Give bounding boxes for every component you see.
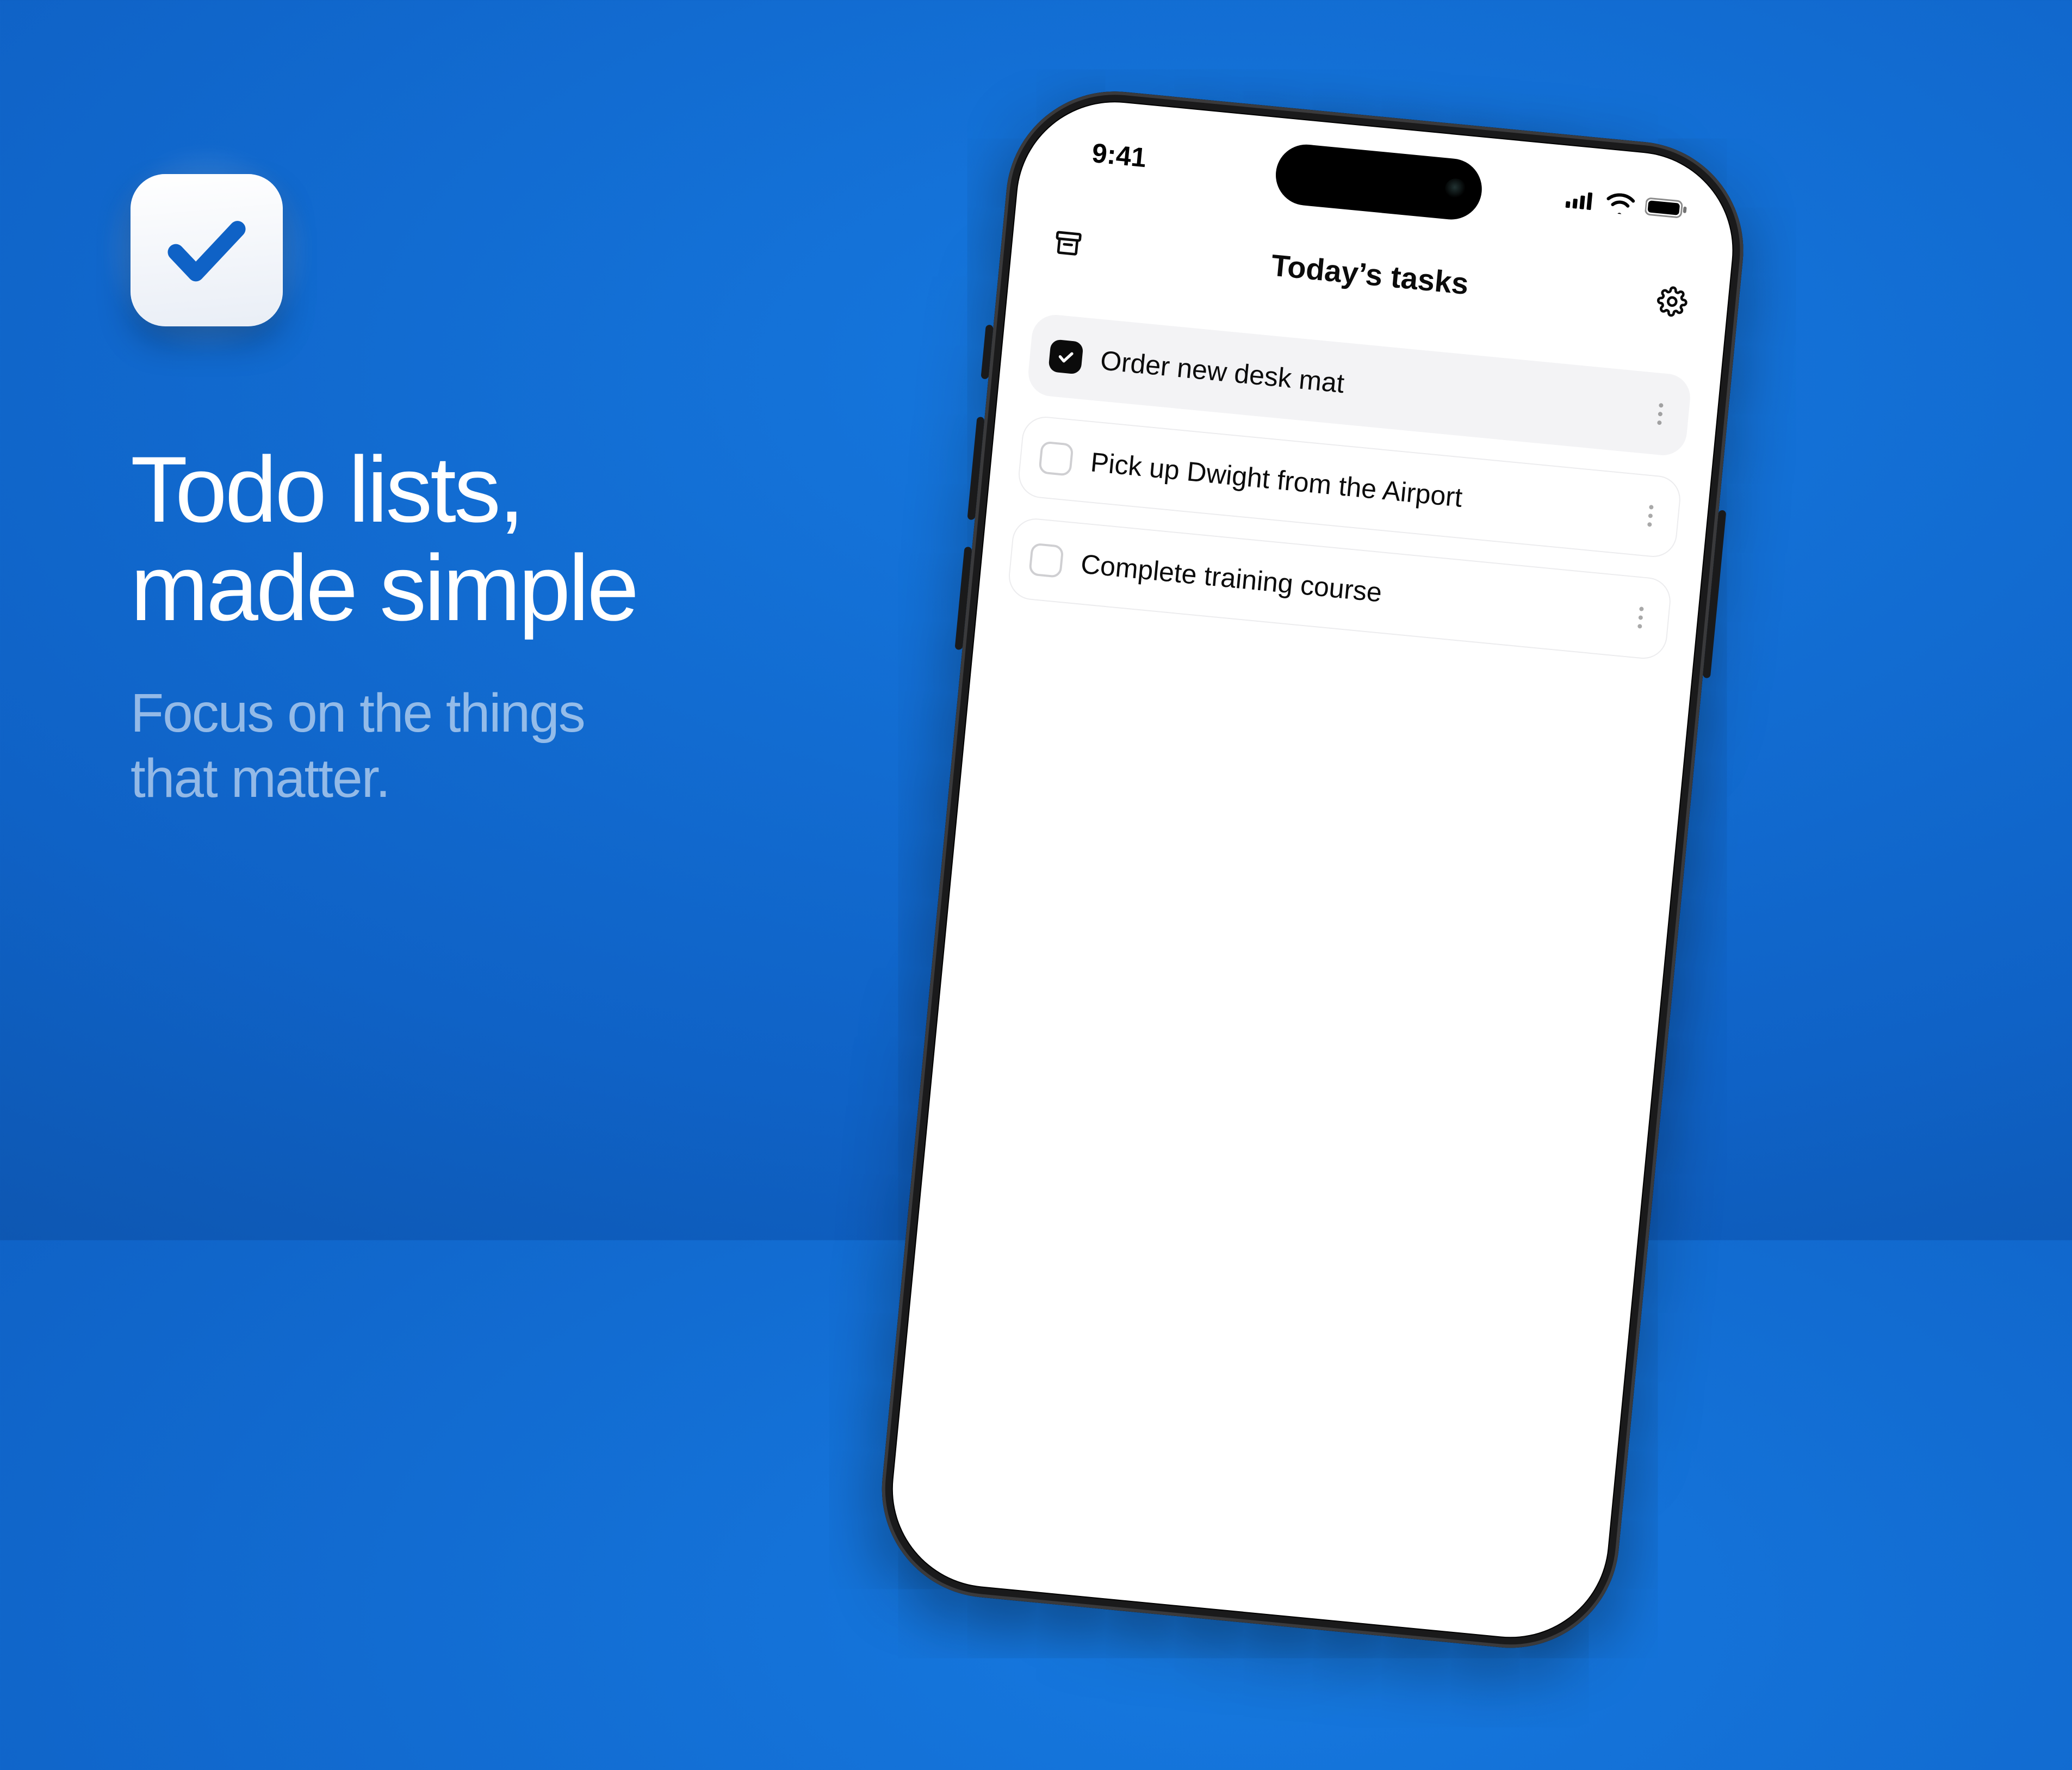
headline-line-1: Todo lists, [131, 437, 523, 542]
checkmark-icon [1055, 346, 1076, 367]
phone-frame: 9:41 [872, 82, 1753, 1658]
settings-button[interactable] [1653, 282, 1691, 320]
gear-icon [1655, 284, 1689, 318]
task-checkbox[interactable] [1048, 339, 1083, 374]
cellular-icon [1565, 189, 1596, 211]
phone-volume-down-button [954, 547, 972, 650]
wifi-icon [1605, 192, 1635, 215]
task-more-button[interactable] [1647, 402, 1673, 426]
task-more-button[interactable] [1637, 504, 1664, 528]
task-list: Order new desk mat Pick up Dwight from t… [978, 310, 1720, 664]
headline-line-2: made simple [131, 536, 637, 640]
archive-icon [1051, 226, 1084, 259]
marketing-copy: Todo lists, made simple Focus on the thi… [131, 174, 637, 811]
status-indicators [1565, 188, 1689, 220]
task-label: Complete training course [1080, 548, 1612, 630]
phone-volume-up-button [967, 417, 984, 520]
phone-silent-switch [981, 325, 994, 380]
checkmark-icon [160, 204, 253, 296]
headline: Todo lists, made simple [131, 441, 637, 637]
subhead-line-1: Focus on the things [131, 683, 585, 744]
status-time: 9:41 [1090, 137, 1147, 174]
battery-icon [1645, 196, 1689, 220]
phone-screen: 9:41 [884, 94, 1741, 1646]
phone-mockup: 9:41 [872, 82, 1753, 1658]
task-checkbox[interactable] [1028, 542, 1064, 578]
task-more-button[interactable] [1628, 605, 1654, 629]
subhead-line-2: that matter. [131, 748, 389, 809]
app-icon [131, 174, 283, 326]
task-label: Order new desk mat [1099, 344, 1631, 426]
task-label: Pick up Dwight from the Airport [1089, 446, 1622, 528]
page-title: Today’s tasks [1270, 247, 1471, 302]
task-checkbox[interactable] [1038, 441, 1074, 476]
archive-button[interactable] [1049, 224, 1087, 262]
subheadline: Focus on the things that matter. [131, 680, 637, 811]
